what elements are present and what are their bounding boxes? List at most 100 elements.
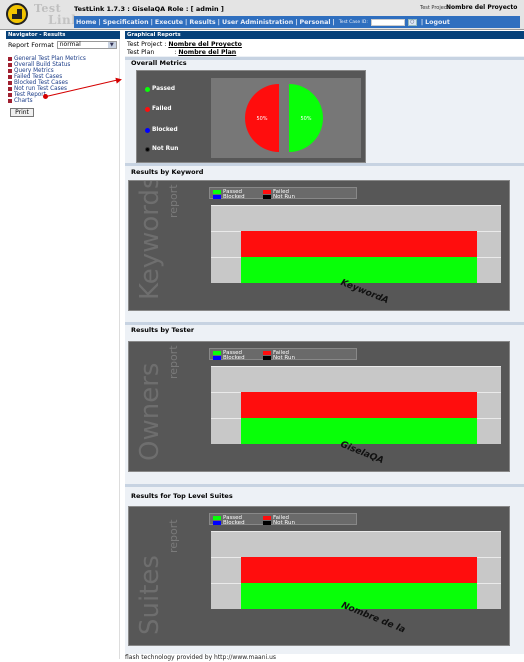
- menu-results[interactable]: Results: [189, 19, 215, 26]
- legend-failed: Failed: [145, 106, 172, 112]
- menu-user-administration[interactable]: User Administration: [222, 19, 293, 26]
- project-label: Test Project: [420, 5, 449, 11]
- report-format-select[interactable]: normal ▼: [56, 41, 117, 49]
- menu-separator: |: [185, 18, 188, 26]
- menu-separator: |: [217, 18, 220, 26]
- navigator-panel: Report Format normal ▼ General Test Plan…: [6, 39, 120, 659]
- bar-legend-swatch: [213, 350, 221, 355]
- report-bullet-icon: [8, 93, 12, 97]
- chart-watermark-sub: report: [167, 184, 180, 218]
- chart-watermark-sub: report: [167, 345, 180, 379]
- gridline: [211, 366, 501, 367]
- bar-legend: Passed Failed Blocked Not Run: [209, 513, 357, 526]
- bar-legend-swatch: [263, 515, 271, 520]
- menu-separator: |: [150, 18, 153, 26]
- bar-plot-area: [211, 366, 501, 444]
- bar-legend-item: Blocked: [213, 519, 263, 526]
- bar-legend: Passed Failed Blocked Not Run: [209, 348, 357, 361]
- chart-watermark: Keywords: [135, 180, 165, 300]
- bar-legend-item: Not Run: [263, 354, 313, 361]
- bar-legend-swatch: [213, 520, 221, 525]
- menu-separator: |: [420, 18, 424, 26]
- report-bullet-icon: [8, 87, 12, 91]
- bar-legend-swatch: [263, 189, 271, 194]
- test-project-label: Test Project :: [127, 41, 167, 48]
- chevron-down-icon: ▼: [107, 42, 116, 48]
- legend-not-run-label: Not Run: [152, 146, 179, 152]
- bar-legend-label: Blocked: [223, 354, 245, 361]
- nav-item-label: Charts: [14, 98, 33, 104]
- pie-data-label: 50%: [300, 116, 311, 122]
- gridline: [211, 205, 501, 206]
- graphical-reports-header: Graphical Reports: [125, 31, 524, 39]
- report-bullet-icon: [8, 57, 12, 61]
- bar-passed: [241, 418, 477, 444]
- test-plan-value: Nombre del Plan: [178, 49, 237, 56]
- legend-not-run: Not Run: [145, 146, 178, 152]
- bar-failed: [241, 392, 477, 418]
- legend-passed-label: Passed: [152, 86, 175, 92]
- report-bullet-icon: [8, 69, 12, 73]
- legend-blocked-label: Blocked: [152, 127, 178, 133]
- report-bullet-icon: [8, 75, 12, 79]
- section-divider: [125, 484, 524, 487]
- results-by-keyword-title: Results by Keyword: [131, 168, 204, 176]
- legend-failed-swatch: [145, 106, 150, 112]
- legend-blocked-swatch: [145, 127, 150, 133]
- test-plan-label: Test Plan: [127, 49, 155, 56]
- section-divider: [125, 322, 524, 325]
- bar-plot-area: [211, 531, 501, 609]
- bar-legend-swatch: [263, 350, 271, 355]
- section-divider: [125, 163, 524, 166]
- menu-execute[interactable]: Execute: [155, 19, 183, 26]
- pie-data-label: 50%: [256, 116, 267, 122]
- bar-legend-swatch: [263, 194, 271, 199]
- menu-home[interactable]: Home: [76, 19, 96, 26]
- test-plan-row: Test Plan : Nombre del Plan: [127, 49, 236, 56]
- bar-legend-swatch: [263, 355, 271, 360]
- app-title: TestLink 1.7.3 : GiselaQA Role : [ admin…: [74, 5, 224, 13]
- print-button[interactable]: Print: [10, 108, 34, 117]
- nav-item-charts[interactable]: Charts: [8, 98, 86, 104]
- results-by-keyword-chart[interactable]: Keywords report Passed Failed Blocked Not Run…: [128, 180, 510, 311]
- chart-watermark: Owners: [135, 362, 165, 461]
- menu-personal[interactable]: Personal: [300, 19, 331, 26]
- bar-legend-label: Not Run: [273, 519, 295, 526]
- bar-legend-swatch: [213, 189, 221, 194]
- legend-blocked: Blocked: [145, 127, 178, 133]
- legend-passed-swatch: [145, 86, 150, 92]
- legend-failed-label: Failed: [152, 106, 172, 112]
- menu-logout[interactable]: Logout: [425, 19, 450, 26]
- menu-specification[interactable]: Specification: [103, 19, 149, 26]
- menu-separator: |: [98, 18, 101, 26]
- bar-passed: [241, 583, 477, 609]
- report-format-value: normal: [59, 41, 81, 48]
- test-case-id-input[interactable]: [370, 18, 405, 26]
- results-by-tester-chart[interactable]: Owners report Passed Failed Blocked Not Run Gi…: [128, 341, 510, 472]
- bar-failed: [241, 557, 477, 583]
- top-bar: Test Link TestLink 1.7.3 : GiselaQA Role…: [0, 0, 524, 30]
- navigator-header: Navigator - Results: [6, 31, 120, 39]
- bar-legend-swatch: [213, 355, 221, 360]
- logo-mark-icon: [6, 3, 28, 25]
- gridline: [211, 531, 501, 532]
- bar-passed: [241, 257, 477, 283]
- project-value: Nombre del Proyecto: [446, 4, 518, 11]
- bar-legend-label: Blocked: [223, 519, 245, 526]
- bar-legend-label: Not Run: [273, 193, 295, 200]
- test-case-go-icon[interactable]: ○: [407, 18, 417, 26]
- footer-credit: flash technology provided by http://www.…: [125, 654, 276, 661]
- results-by-suite-title: Results for Top Level Suites: [131, 492, 233, 500]
- results-by-suite-chart[interactable]: Suites report Passed Failed Blocked Not Run No…: [128, 506, 510, 646]
- bar-legend-label: Not Run: [273, 354, 295, 361]
- pie-plot-background: [211, 78, 361, 158]
- legend-not-run-swatch: [145, 146, 150, 152]
- report-bullet-icon: [8, 81, 12, 85]
- test-project-row: Test Project : Nombre del Proyecto: [127, 41, 242, 48]
- annotation-arrow-head-icon: [115, 76, 123, 84]
- bar-failed: [241, 231, 477, 257]
- report-format-label: Report Format: [8, 41, 54, 49]
- bar-legend-swatch: [213, 194, 221, 199]
- bar-legend-swatch: [263, 520, 271, 525]
- overall-metrics-chart[interactable]: Passed Failed Blocked Not Run 50% 50%: [136, 70, 366, 163]
